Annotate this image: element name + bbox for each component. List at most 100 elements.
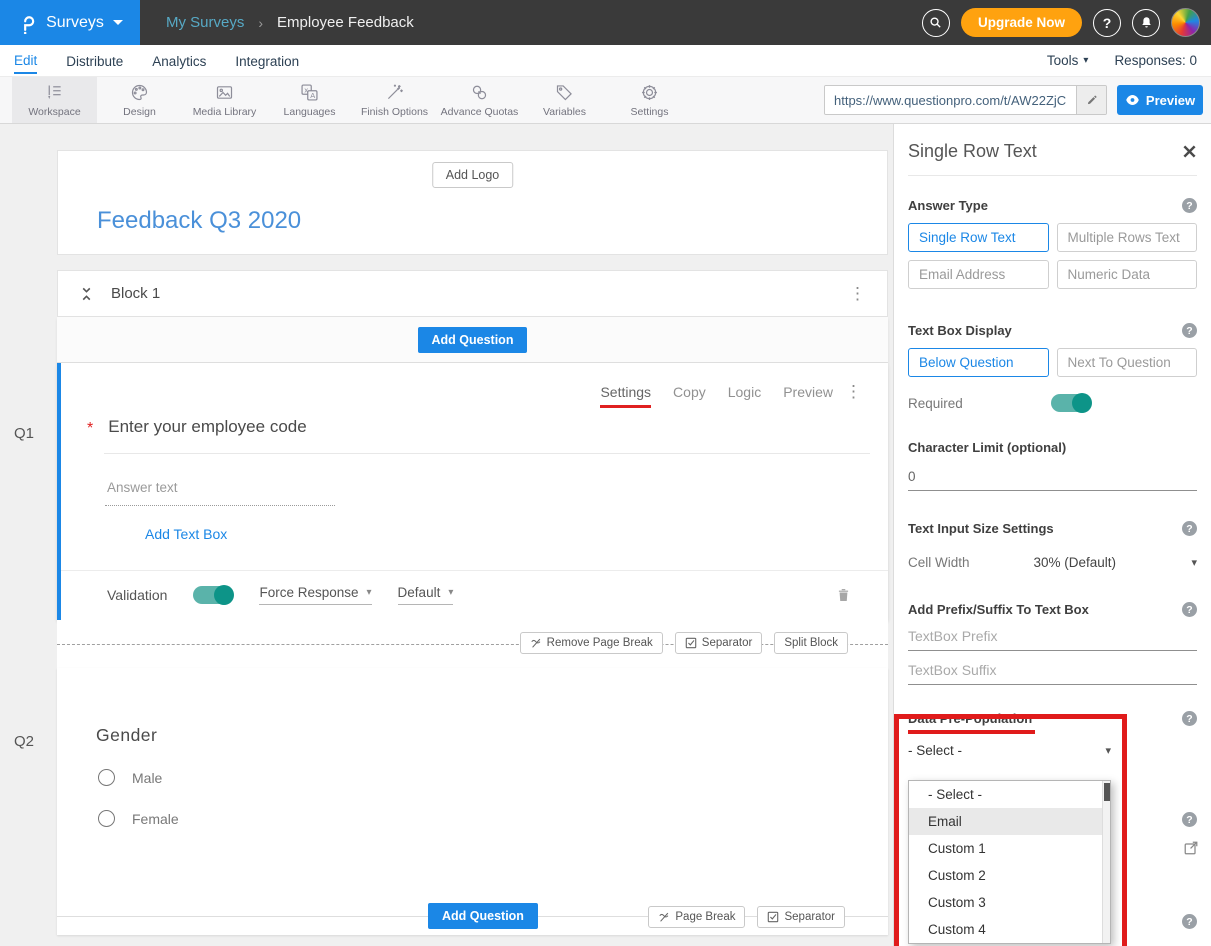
page-break-zone: Remove Page Break Separator Split Block: [57, 620, 888, 668]
char-limit-input[interactable]: [908, 469, 1197, 491]
tab-question-copy[interactable]: Copy: [673, 384, 706, 400]
separator-button[interactable]: Separator: [675, 632, 763, 654]
textbox-suffix-input[interactable]: [908, 663, 1197, 685]
display-below-question[interactable]: Below Question: [908, 348, 1049, 377]
textbox-prefix-input[interactable]: [908, 629, 1197, 651]
tab-question-settings[interactable]: Settings: [600, 384, 651, 408]
breadcrumb-parent[interactable]: My Surveys: [166, 14, 244, 31]
help-icon[interactable]: ?: [1182, 711, 1197, 726]
add-question-button[interactable]: Add Question: [428, 903, 538, 929]
dropdown-option-custom2[interactable]: Custom 2: [909, 862, 1110, 889]
radio-circle-icon[interactable]: [98, 810, 115, 827]
page-break-button[interactable]: Page Break: [648, 906, 745, 928]
tool-media-library[interactable]: Media Library: [182, 77, 267, 123]
dropdown-scrollbar[interactable]: [1102, 781, 1110, 943]
breadcrumb-separator: ›: [258, 15, 263, 31]
tag-icon: [554, 82, 575, 103]
eye-icon: [1125, 94, 1140, 106]
tools-menu[interactable]: Tools ▾: [1047, 53, 1089, 68]
tool-finish-options[interactable]: Finish Options: [352, 77, 437, 123]
question-menu-kebab-icon[interactable]: ⋮: [845, 382, 862, 402]
answer-text-placeholder[interactable]: Answer text: [107, 480, 178, 495]
responses-count[interactable]: Responses: 0: [1114, 53, 1197, 68]
user-avatar[interactable]: [1171, 8, 1200, 37]
validation-toggle[interactable]: [193, 586, 233, 604]
radio-option-female[interactable]: Female: [98, 810, 179, 827]
notifications-button[interactable]: [1132, 9, 1160, 37]
block-name[interactable]: Block 1: [111, 285, 160, 302]
help-icon[interactable]: ?: [1182, 812, 1197, 827]
data-prepopulation-label: Data Pre-Population: [908, 711, 1032, 726]
search-button[interactable]: [922, 9, 950, 37]
radio-option-male[interactable]: Male: [98, 769, 162, 786]
add-logo-button[interactable]: Add Logo: [432, 162, 514, 188]
answer-type-numeric[interactable]: Numeric Data: [1057, 260, 1198, 289]
external-link-icon[interactable]: [1183, 840, 1199, 856]
question-text[interactable]: Enter your employee code: [108, 417, 306, 437]
help-icon[interactable]: ?: [1182, 602, 1197, 617]
display-next-to-question[interactable]: Next To Question: [1057, 348, 1198, 377]
prefix-suffix-section: Add Prefix/Suffix To Text Box ?: [908, 602, 1197, 617]
question-text[interactable]: Gender: [96, 725, 157, 746]
tool-workspace[interactable]: Workspace: [12, 77, 97, 123]
chevron-down-icon[interactable]: ▾: [1191, 556, 1197, 569]
block-menu-kebab-icon[interactable]: ⋮: [849, 284, 866, 304]
survey-title[interactable]: Feedback Q3 2020: [97, 207, 301, 235]
dropdown-option-custom1[interactable]: Custom 1: [909, 835, 1110, 862]
tool-variables[interactable]: Variables: [522, 77, 607, 123]
top-actions: Upgrade Now ?: [922, 8, 1211, 37]
preview-button[interactable]: Preview: [1117, 85, 1203, 115]
force-response-dropdown[interactable]: Force Response ▾: [259, 585, 371, 605]
help-icon[interactable]: ?: [1182, 521, 1197, 536]
required-label: Required: [908, 396, 963, 411]
required-toggle[interactable]: [1051, 394, 1091, 412]
tool-advance-quotas[interactable]: Advance Quotas: [437, 77, 522, 123]
collapse-block-icon[interactable]: [79, 286, 94, 302]
add-text-box-link[interactable]: Add Text Box: [145, 526, 227, 542]
tab-distribute[interactable]: Distribute: [66, 49, 123, 73]
remove-page-break-button[interactable]: Remove Page Break: [520, 632, 663, 654]
tab-analytics[interactable]: Analytics: [152, 49, 206, 73]
dropdown-option-custom4[interactable]: Custom 4: [909, 916, 1110, 943]
tab-question-preview[interactable]: Preview: [783, 384, 833, 400]
magic-wand-icon: [384, 82, 405, 103]
dropdown-option-select[interactable]: - Select -: [909, 781, 1110, 808]
upgrade-now-button[interactable]: Upgrade Now: [961, 8, 1082, 37]
delete-question-trash-icon[interactable]: [835, 586, 852, 604]
help-icon[interactable]: ?: [1182, 914, 1197, 929]
answer-type-options: Single Row Text Multiple Rows Text Email…: [908, 223, 1197, 289]
edit-url-button[interactable]: [1076, 86, 1106, 114]
data-prepopulation-dropdown: - Select - Email Custom 1 Custom 2 Custo…: [908, 780, 1111, 944]
page-break-icon: [658, 911, 670, 923]
tool-design[interactable]: Design: [97, 77, 182, 123]
survey-url-input[interactable]: [825, 86, 1076, 114]
close-icon[interactable]: [1182, 144, 1197, 159]
add-question-button[interactable]: Add Question: [418, 327, 528, 353]
default-dropdown[interactable]: Default ▾: [398, 585, 454, 605]
image-icon: [214, 82, 235, 103]
help-icon[interactable]: ?: [1182, 198, 1197, 213]
tab-integration[interactable]: Integration: [235, 49, 299, 73]
data-prepopulation-select[interactable]: - Select - ▾: [908, 743, 1111, 758]
separator-button[interactable]: Separator: [757, 906, 845, 928]
answer-type-single-row[interactable]: Single Row Text: [908, 223, 1049, 252]
help-icon[interactable]: ?: [1182, 323, 1197, 338]
product-switcher[interactable]: Surveys: [0, 0, 140, 45]
cell-width-label: Cell Width: [908, 555, 970, 570]
scrollbar-thumb[interactable]: [1104, 783, 1110, 801]
answer-type-multiple-rows[interactable]: Multiple Rows Text: [1057, 223, 1198, 252]
cell-width-value[interactable]: 30% (Default): [1034, 555, 1117, 570]
checkbox-checked-icon: [767, 911, 779, 923]
dropdown-option-custom3[interactable]: Custom 3: [909, 889, 1110, 916]
tool-settings[interactable]: Settings: [607, 77, 692, 123]
split-block-button[interactable]: Split Block: [774, 632, 848, 654]
tool-languages[interactable]: xA Languages: [267, 77, 352, 123]
help-button[interactable]: ?: [1093, 9, 1121, 37]
survey-url-box: [824, 85, 1107, 115]
radio-circle-icon[interactable]: [98, 769, 115, 786]
answer-type-label: Answer Type: [908, 198, 988, 213]
tab-edit[interactable]: Edit: [14, 48, 37, 74]
tab-question-logic[interactable]: Logic: [728, 384, 761, 400]
dropdown-option-email[interactable]: Email: [909, 808, 1110, 835]
answer-type-email[interactable]: Email Address: [908, 260, 1049, 289]
